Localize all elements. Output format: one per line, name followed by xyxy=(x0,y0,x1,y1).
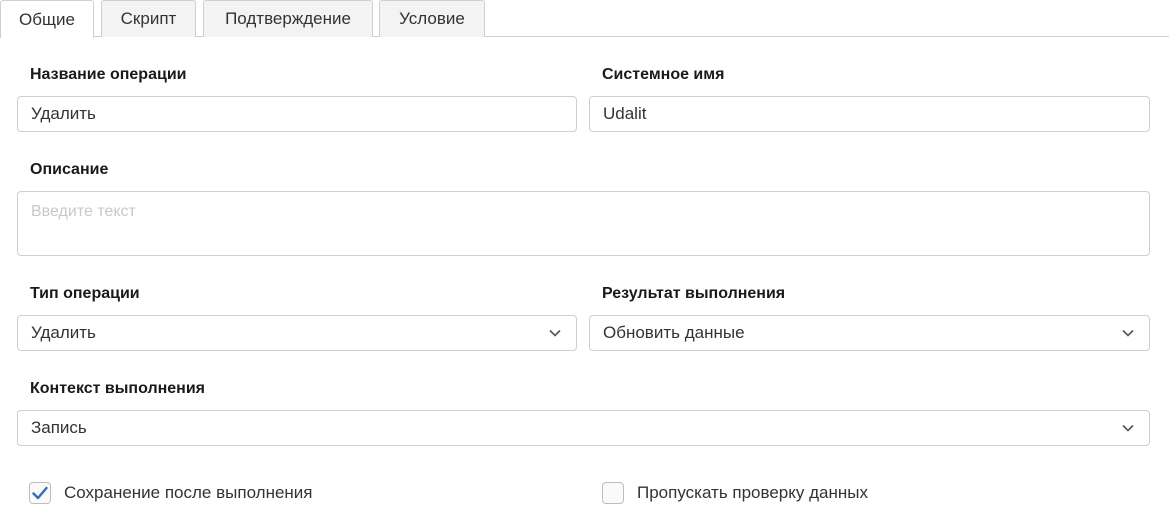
tab-label: Подтверждение xyxy=(225,9,351,28)
execution-result-value: Обновить данные xyxy=(603,323,745,342)
execution-context-label: Контекст выполнения xyxy=(30,380,206,397)
description-textarea[interactable] xyxy=(17,191,1150,256)
system-name-label: Системное имя xyxy=(602,66,725,83)
operation-type-value: Удалить xyxy=(31,323,96,342)
operation-name-input[interactable] xyxy=(17,96,577,132)
tab-label: Скрипт xyxy=(120,9,177,28)
tab-script[interactable]: Скрипт xyxy=(101,0,196,37)
chevron-down-icon xyxy=(547,325,563,341)
tab-condition[interactable]: Условие xyxy=(379,0,485,37)
tab-label: Условие xyxy=(399,9,465,28)
operation-name-label: Название операции xyxy=(30,66,187,83)
checkmark-icon xyxy=(32,486,48,500)
system-name-input[interactable] xyxy=(589,96,1150,132)
skip-validation-label: Пропускать проверку данных xyxy=(637,483,868,502)
tab-label: Общие xyxy=(19,9,75,29)
tab-confirmation[interactable]: Подтверждение xyxy=(203,0,373,37)
operation-type-label: Тип операции xyxy=(30,285,140,302)
skip-validation-checkbox[interactable]: Пропускать проверку данных xyxy=(602,482,868,504)
execution-result-label: Результат выполнения xyxy=(602,285,786,302)
execution-context-value: Запись xyxy=(31,418,87,437)
save-after-label: Сохранение после выполнения xyxy=(64,483,313,502)
tab-general[interactable]: Общие xyxy=(0,0,94,38)
execution-context-select[interactable]: Запись xyxy=(17,410,1150,446)
description-label: Описание xyxy=(30,161,109,178)
execution-result-select[interactable]: Обновить данные xyxy=(589,315,1150,351)
operation-type-select[interactable]: Удалить xyxy=(17,315,577,351)
checkbox-box[interactable] xyxy=(29,482,51,504)
checkbox-box[interactable] xyxy=(602,482,624,504)
chevron-down-icon xyxy=(1120,420,1136,436)
tab-bar: Общие Скрипт Подтверждение Условие xyxy=(0,0,1169,38)
save-after-checkbox[interactable]: Сохранение после выполнения xyxy=(29,482,313,504)
chevron-down-icon xyxy=(1120,325,1136,341)
